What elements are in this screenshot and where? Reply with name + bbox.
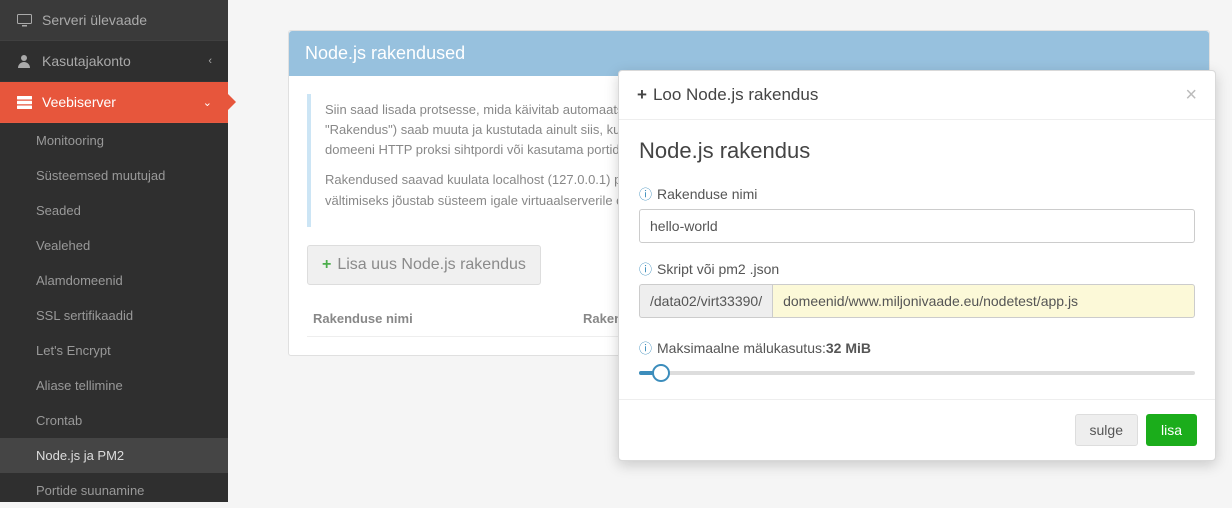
chevron-down-icon: ⌄: [203, 96, 212, 109]
sidebar-item-webserver[interactable]: Veebiserver ⌄: [0, 82, 228, 123]
chevron-left-icon: ‹: [208, 55, 212, 67]
sidebar-item-overview[interactable]: Serveri ülevaade: [0, 0, 228, 41]
memory-slider[interactable]: [639, 363, 1195, 383]
memory-value: 32 MiB: [826, 340, 871, 356]
sidebar-subitem[interactable]: Alamdomeenid: [0, 263, 228, 298]
sidebar-subitem[interactable]: Portide suunamine: [0, 473, 228, 508]
name-label: ⓘ Rakenduse nimi: [639, 184, 1195, 203]
close-icon[interactable]: ×: [1185, 85, 1197, 105]
plus-icon: +: [322, 256, 331, 274]
monitor-icon: [16, 12, 32, 28]
user-icon: [16, 53, 32, 69]
sidebar-label: Kasutajakonto: [42, 53, 208, 69]
sidebar: Serveri ülevaade Kasutajakonto ‹ Veebise…: [0, 0, 228, 502]
submit-button[interactable]: lisa: [1146, 414, 1197, 446]
create-nodejs-modal: + Loo Node.js rakendus × Node.js rakendu…: [618, 70, 1216, 461]
sidebar-subitem[interactable]: Süsteemsed muutujad: [0, 158, 228, 193]
sidebar-subitem[interactable]: Aliase tellimine: [0, 368, 228, 403]
sidebar-subitem[interactable]: Node.js ja PM2: [0, 438, 228, 473]
cancel-button[interactable]: sulge: [1075, 414, 1138, 446]
server-icon: [16, 94, 32, 110]
sidebar-item-account[interactable]: Kasutajakonto ‹: [0, 41, 228, 82]
sidebar-subitem[interactable]: Seaded: [0, 193, 228, 228]
modal-title: + Loo Node.js rakendus: [637, 85, 818, 105]
slider-handle[interactable]: [652, 364, 670, 382]
modal-heading: Node.js rakendus: [639, 138, 1195, 164]
script-label: ⓘ Skript või pm2 .json: [639, 259, 1195, 278]
add-nodejs-button[interactable]: + Lisa uus Node.js rakendus: [307, 245, 541, 285]
sidebar-subitem[interactable]: Let's Encrypt: [0, 333, 228, 368]
info-icon: ⓘ: [639, 184, 652, 203]
memory-label: ⓘ Maksimaalne mälukasutus: 32 MiB: [639, 338, 1195, 357]
sidebar-subitem[interactable]: SSL sertifikaadid: [0, 298, 228, 333]
info-icon: ⓘ: [639, 259, 652, 278]
sidebar-subitem[interactable]: Monitooring: [0, 123, 228, 158]
column-name: Rakenduse nimi: [313, 311, 583, 326]
sidebar-label: Veebiserver: [42, 94, 203, 110]
plus-icon: +: [637, 85, 647, 105]
slider-track: [639, 371, 1195, 375]
app-name-input[interactable]: [639, 209, 1195, 243]
info-icon: ⓘ: [639, 338, 652, 357]
script-prefix: /data02/virt33390/: [639, 284, 772, 318]
sidebar-subitem[interactable]: Crontab: [0, 403, 228, 438]
add-button-label: Lisa uus Node.js rakendus: [337, 256, 526, 274]
sidebar-subitem[interactable]: Vealehed: [0, 228, 228, 263]
sidebar-label: Serveri ülevaade: [42, 12, 212, 28]
script-path-input[interactable]: [772, 284, 1195, 318]
